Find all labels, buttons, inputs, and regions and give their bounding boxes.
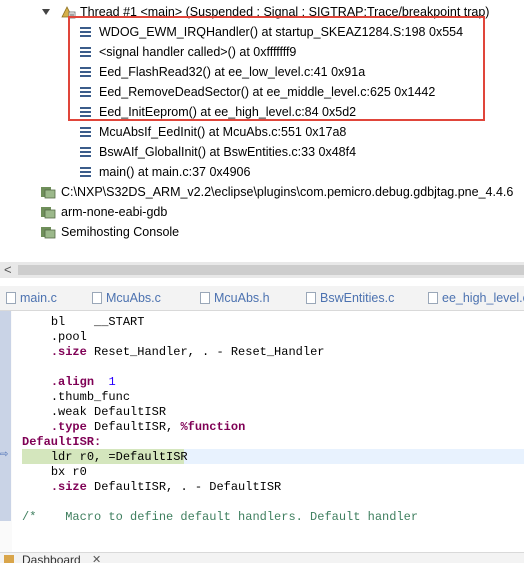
process-item[interactable]: Semihosting Console xyxy=(0,222,524,242)
code-editor[interactable]: ⇨ bl __START .pool .size Reset_Handler, … xyxy=(0,311,524,553)
tab-label: ee_high_level.c xyxy=(442,291,524,305)
current-line-arrow-icon: ⇨ xyxy=(0,449,9,460)
h-file-icon xyxy=(200,292,210,304)
code-text: ldr r0, =DefaultISR xyxy=(50,450,188,464)
code-line: ldr r0, =DefaultISR xyxy=(22,450,188,465)
code-directive: .size xyxy=(50,480,87,494)
stack-frame[interactable]: McuAbsIf_EedInit() at McuAbs.c:551 0x17a… xyxy=(0,122,524,142)
code-keyword: %function xyxy=(180,420,246,434)
c-file-icon xyxy=(6,292,16,304)
stack-frame-icon xyxy=(80,127,91,137)
code-line: .type DefaultISR, %function xyxy=(22,420,245,435)
stack-frame[interactable]: main() at main.c:37 0x4906 xyxy=(0,162,524,182)
horizontal-scrollbar[interactable]: < xyxy=(0,262,524,278)
process-label: C:\NXP\S32DS_ARM_v2.2\eclipse\plugins\co… xyxy=(61,185,514,199)
bottom-view-tabs: Dashboard ✕ xyxy=(0,552,524,563)
code-line: bl __START xyxy=(22,315,145,330)
c-file-icon xyxy=(428,292,438,304)
code-comment: /* Macro to define default handlers. Def… xyxy=(22,510,419,524)
highlight-box xyxy=(68,16,485,121)
code-line: .weak DefaultISR xyxy=(22,405,166,420)
process-icon xyxy=(41,207,56,219)
process-item[interactable]: arm-none-eabi-gdb xyxy=(0,202,524,222)
process-label: Semihosting Console xyxy=(61,225,180,239)
stack-frame-label: BswAIf_GlobalInit() at BswEntities.c:33 … xyxy=(99,145,357,159)
code-directive: .type xyxy=(50,420,87,434)
code-text: DefaultISR, . - DefaultISR xyxy=(86,480,282,494)
tab-label: main.c xyxy=(20,291,57,305)
code-number: 1 xyxy=(108,375,116,389)
stack-frame[interactable]: BswAIf_GlobalInit() at BswEntities.c:33 … xyxy=(0,142,524,162)
code-line: bx r0 xyxy=(22,465,87,480)
scroll-left-icon[interactable]: < xyxy=(4,262,12,278)
c-file-icon xyxy=(306,292,316,304)
process-label: arm-none-eabi-gdb xyxy=(61,205,168,219)
code-text: .pool xyxy=(50,330,87,344)
code-text: bx r0 xyxy=(50,465,87,479)
code-text: __START xyxy=(94,315,145,329)
code-directive: .align xyxy=(50,375,95,389)
code-text: DefaultISR, xyxy=(86,420,181,434)
code-line: .thumb_func xyxy=(22,390,130,405)
stack-frame-label: McuAbsIf_EedInit() at McuAbs.c:551 0x17a… xyxy=(99,125,347,139)
editor-ruler: ⇨ xyxy=(0,311,12,553)
stack-frame-icon xyxy=(80,167,91,177)
code-line: .pool xyxy=(22,330,87,345)
code-text: .thumb_func xyxy=(50,390,131,404)
code-line: .align 1 xyxy=(22,375,116,390)
tab-label: BswEntities.c xyxy=(320,291,395,305)
tab-label: McuAbs.c xyxy=(106,291,161,305)
ruler-marker xyxy=(0,311,11,521)
code-text: .weak DefaultISR xyxy=(50,405,167,419)
tab-label: McuAbs.h xyxy=(214,291,270,305)
code-line: .size Reset_Handler, . - Reset_Handler xyxy=(22,345,325,360)
editor-tab-bar: main.c McuAbs.c McuAbs.h BswEntities.c e… xyxy=(0,286,524,311)
console-icon xyxy=(41,227,56,239)
process-icon xyxy=(41,187,56,199)
stack-frame-icon xyxy=(80,147,91,157)
stack-frame-label: main() at main.c:37 0x4906 xyxy=(99,165,251,179)
expand-arrow-icon[interactable] xyxy=(42,8,50,16)
code-label: DefaultISR: xyxy=(22,435,102,449)
code-directive: .size xyxy=(50,345,87,359)
code-text: bl xyxy=(50,315,66,329)
debug-view: Thread #1 <main> (Suspended : Signal : S… xyxy=(0,0,524,262)
code-line: /* Macro to define default handlers. Def… xyxy=(22,510,418,525)
c-file-icon xyxy=(92,292,102,304)
code-text: Reset_Handler, . - Reset_Handler xyxy=(86,345,325,359)
code-line: DefaultISR: xyxy=(22,435,101,450)
code-line: .size DefaultISR, . - DefaultISR xyxy=(22,480,281,495)
process-item[interactable]: C:\NXP\S32DS_ARM_v2.2\eclipse\plugins\co… xyxy=(0,182,524,202)
scrollbar-thumb[interactable] xyxy=(18,265,524,275)
